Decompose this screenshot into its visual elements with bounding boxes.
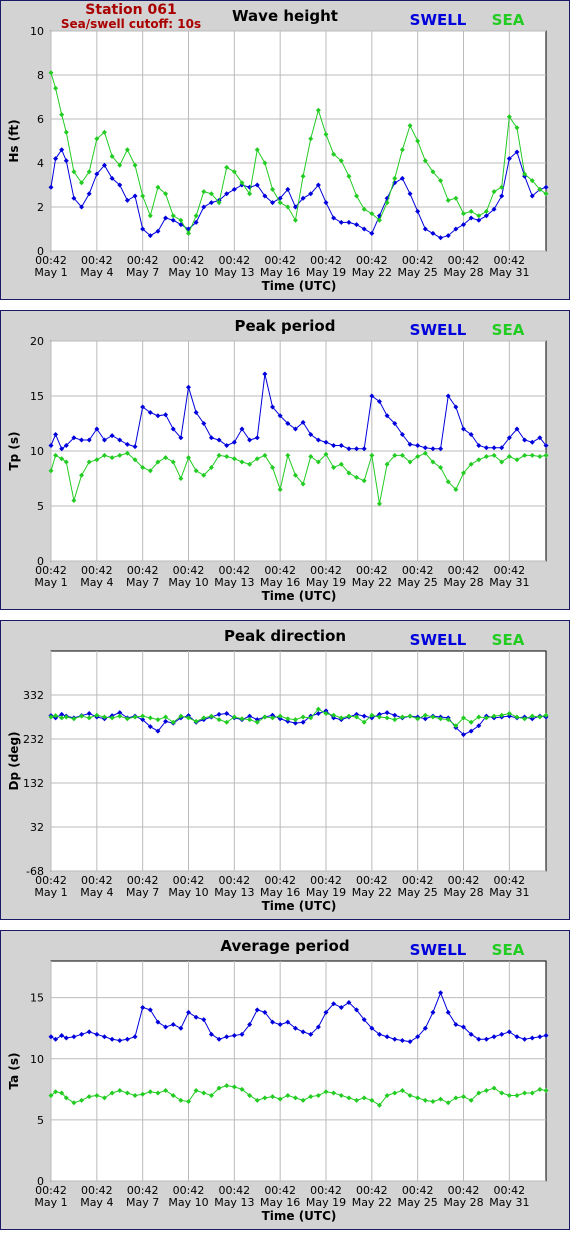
x-tick-date: May 28 (443, 886, 483, 899)
x-tick-date: May 13 (214, 1196, 254, 1209)
legend-swell: SWELL (410, 321, 467, 339)
y-axis-label: Tp (s) (7, 431, 21, 470)
legend-sea: SEA (492, 11, 525, 29)
x-tick-date: May 31 (489, 266, 529, 279)
x-axis-label: Time (UTC) (262, 1209, 337, 1223)
x-tick-date: May 28 (443, 1196, 483, 1209)
y-tick-label: 15 (30, 992, 44, 1005)
x-tick-date: May 10 (168, 1196, 208, 1209)
y-tick-label: 10 (30, 1053, 44, 1066)
x-tick-date: May 31 (489, 886, 529, 899)
x-tick-date: May 19 (306, 266, 346, 279)
plot-area (50, 650, 547, 872)
y-tick-label: 15 (30, 390, 44, 403)
x-axis-label: Time (UTC) (262, 589, 337, 603)
y-tick-label: 10 (30, 445, 44, 458)
plot-area (50, 960, 547, 1182)
x-tick-date: May 28 (443, 266, 483, 279)
legend-swell: SWELL (410, 11, 467, 29)
chart-title: Average period (220, 937, 349, 955)
x-tick-date: May 10 (168, 576, 208, 589)
x-tick-date: May 31 (489, 1196, 529, 1209)
x-tick-date: May 25 (398, 1196, 438, 1209)
x-tick-date: May 28 (443, 576, 483, 589)
x-tick-date: May 25 (398, 886, 438, 899)
chart-title: Peak direction (224, 627, 346, 645)
peak-direction-chart: -683213223233200:42May 100:42May 400:42M… (1, 621, 569, 919)
x-tick-date: May 4 (80, 266, 113, 279)
y-axis-label: Ta (s) (7, 1052, 21, 1089)
x-tick-date: May 13 (214, 886, 254, 899)
cutoff-label: Sea/swell cutoff: 10s (60, 17, 202, 31)
y-tick-label: 132 (23, 777, 44, 790)
x-tick-date: May 4 (80, 1196, 113, 1209)
station-title: Station 061 (85, 2, 177, 18)
x-tick-date: May 22 (352, 266, 392, 279)
legend-sea: SEA (492, 631, 525, 649)
x-tick-date: May 1 (34, 886, 67, 899)
x-tick-date: May 7 (126, 266, 159, 279)
y-tick-label: 332 (23, 689, 44, 702)
y-axis-label: Dp (deg) (7, 731, 21, 790)
x-tick-date: May 16 (260, 1196, 300, 1209)
x-tick-date: May 16 (260, 576, 300, 589)
x-tick-date: May 16 (260, 266, 300, 279)
x-tick-date: May 1 (34, 576, 67, 589)
panel-peak-period: 0 5 10 15 20 00:42 May 1 00:42 May 4 00:42 May 7 00… (0, 310, 570, 610)
y-tick-label: 4 (37, 157, 44, 170)
x-tick-date: May 31 (489, 576, 529, 589)
y-tick-label: 232 (23, 733, 44, 746)
x-tick-date: May 16 (260, 886, 300, 899)
y-tick-label: 20 (30, 335, 44, 348)
x-tick-date: May 25 (398, 266, 438, 279)
x-axis-label: Time (UTC) (262, 899, 337, 913)
x-tick-date: May 22 (352, 886, 392, 899)
x-axis-label: Time (UTC) (262, 279, 337, 293)
x-tick-date: May 22 (352, 1196, 392, 1209)
y-tick-label: 5 (37, 500, 44, 513)
x-tick-date: May 22 (352, 576, 392, 589)
legend-sea: SEA (492, 321, 525, 339)
x-tick-date: May 13 (214, 266, 254, 279)
average-period-chart: 05101500:42May 100:42May 400:42May 700:4… (1, 931, 569, 1229)
x-tick-date: May 19 (306, 886, 346, 899)
x-tick-date: May 10 (168, 886, 208, 899)
y-tick-label: 8 (37, 69, 44, 82)
x-tick-date: May 1 (34, 1196, 67, 1209)
peak-period-chart: 0510152000:42May 100:42May 400:42May 700… (1, 311, 569, 609)
y-tick-label: 10 (30, 25, 44, 38)
legend-swell: SWELL (410, 631, 467, 649)
legend-sea: SEA (492, 941, 525, 959)
panel-peak-direction: -68 32 132 232 332 00:42 May 1 00:42 May 4 00:42 M… (0, 620, 570, 920)
panel-wave-height: 0 2 4 6 8 10 00:42 May 1 00:42 May 4 00:42 May 7 00:… (0, 0, 570, 300)
chart-title: Peak period (235, 317, 336, 335)
wave-height-chart: 024681000:42May 100:42May 400:42May 700:… (1, 1, 569, 299)
x-tick-date: May 13 (214, 576, 254, 589)
x-tick-date: May 7 (126, 576, 159, 589)
x-tick-date: May 19 (306, 576, 346, 589)
x-tick-date: May 7 (126, 1196, 159, 1209)
legend-swell: SWELL (410, 941, 467, 959)
x-tick-date: May 19 (306, 1196, 346, 1209)
x-tick-date: May 25 (398, 576, 438, 589)
y-axis-label: Hs (ft) (7, 119, 21, 162)
x-tick-date: May 10 (168, 266, 208, 279)
x-tick-date: May 4 (80, 886, 113, 899)
x-tick-date: May 7 (126, 886, 159, 899)
y-tick-label: 32 (30, 821, 44, 834)
chart-title: Wave height (232, 7, 338, 25)
panel-average-period: 0 5 10 15 00:42 May 1 00:42 May 4 00:42 May 7 00:4… (0, 930, 570, 1230)
y-tick-label: 2 (37, 201, 44, 214)
x-tick-date: May 4 (80, 576, 113, 589)
y-tick-label: 5 (37, 1114, 44, 1127)
y-tick-label: 6 (37, 113, 44, 126)
x-tick-date: May 1 (34, 266, 67, 279)
